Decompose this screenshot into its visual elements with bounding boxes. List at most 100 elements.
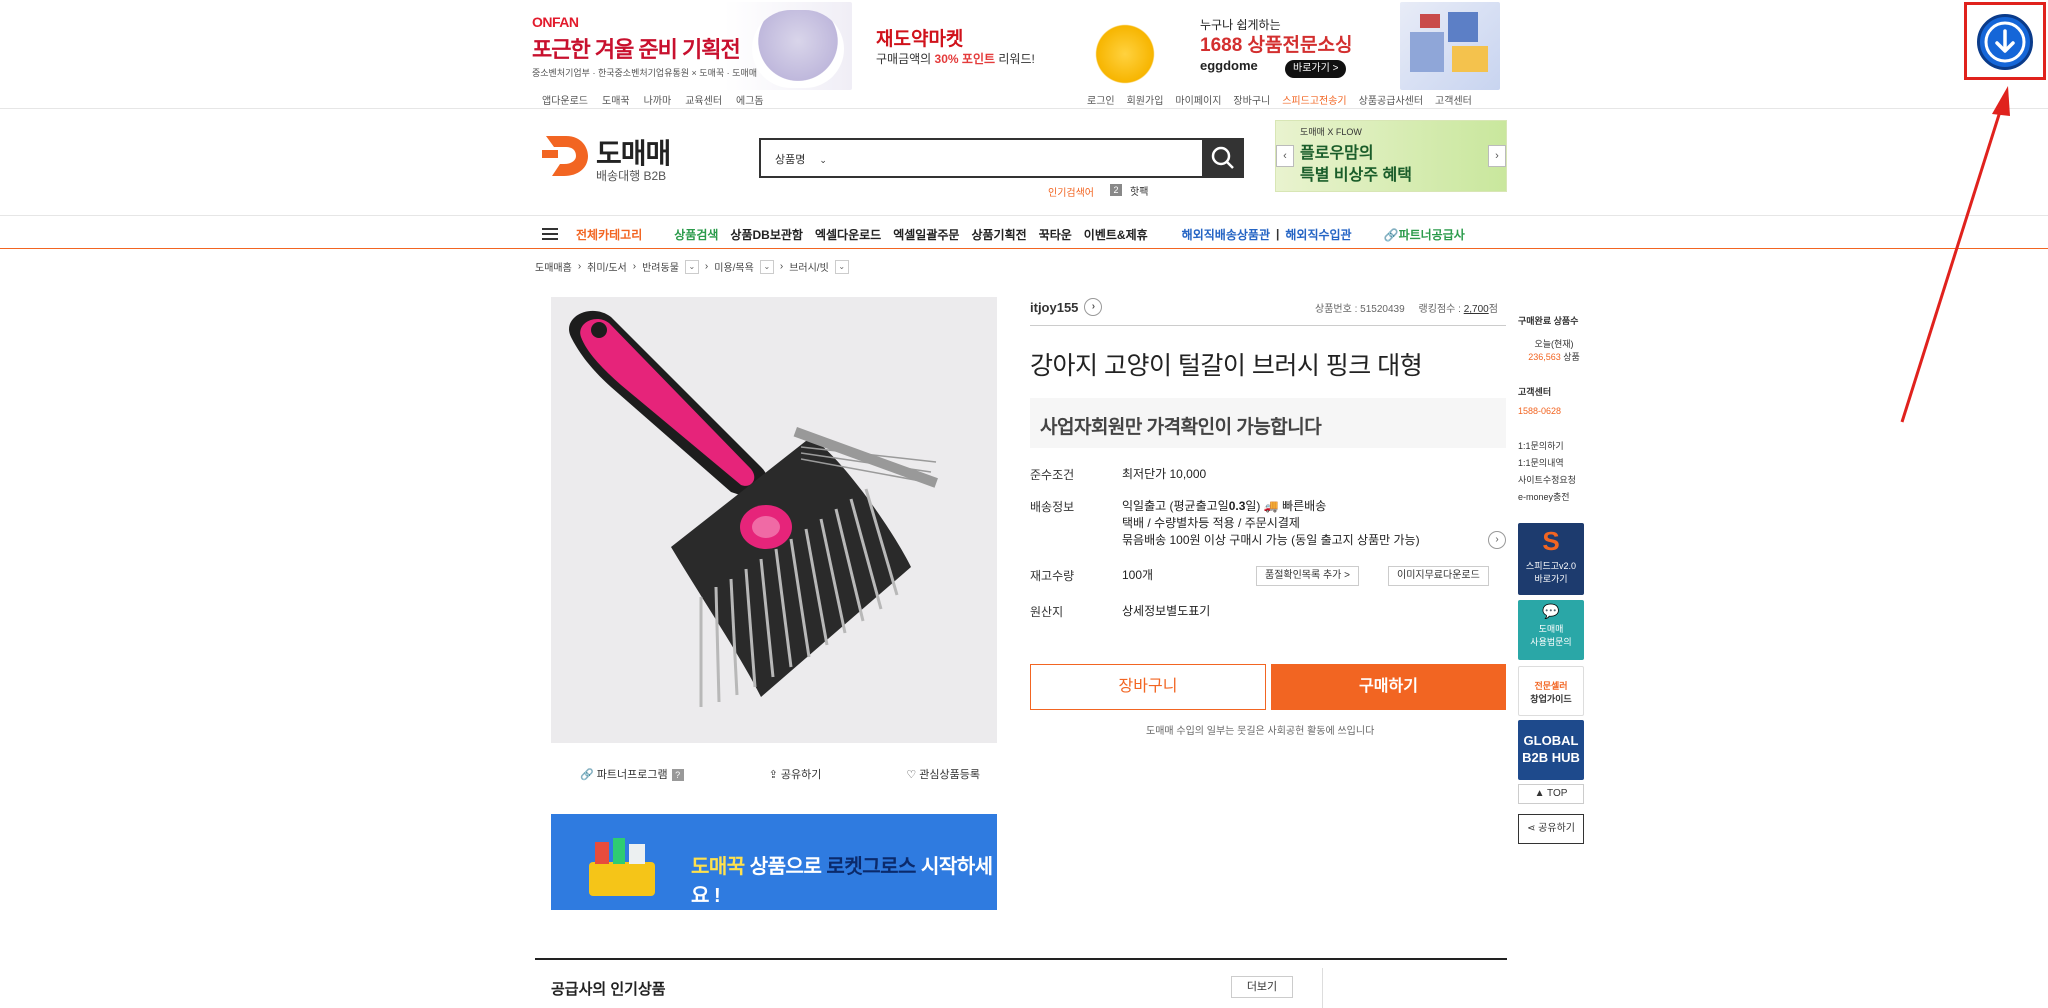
util-link-edu[interactable]: 교육센터 [685, 92, 722, 107]
origin-value: 상세정보별도표기 [1122, 604, 1211, 618]
util-link-app[interactable]: 앱다운로드 [542, 92, 588, 107]
image-actions: 🔗 파트너프로그램? ⇪ 공유하기 ♡ 관심상품등록 [580, 766, 980, 782]
sidebar-share-button[interactable]: ⋖ 공유하기 [1518, 814, 1584, 844]
nav-exhibition[interactable]: 상품기획전 [971, 226, 1026, 243]
origin-label: 원산지 [1030, 605, 1064, 619]
more-button[interactable]: 더보기 [1231, 976, 1293, 998]
link-icon: 🔗 [580, 769, 594, 781]
side-link-inquiry[interactable]: 1:1문의하기 [1518, 438, 1590, 455]
market-title: 재도약마켓 [876, 29, 964, 50]
share-link[interactable]: ⇪ 공유하기 [769, 766, 822, 782]
popular-label: 인기검색어 [1048, 188, 1094, 199]
divider [0, 215, 2048, 216]
price-box: 사업자회원만 가격확인이 가능합니다 [1030, 398, 1506, 448]
crumb-grooming[interactable]: 미용/목욕 [714, 259, 754, 274]
global-b2b-hub-tile[interactable]: GLOBAL B2B HUB [1518, 720, 1584, 780]
chevron-down-icon[interactable]: ⌄ [834, 259, 849, 274]
util-link-domeggook[interactable]: 도매꾹 [602, 92, 630, 107]
usage-inquiry-tile[interactable]: 💬 도매매 사용법문의 [1518, 600, 1584, 660]
onfan-banner[interactable]: ONFAN 포근한 겨울 준비 기획전 중소벤처기업부 · 한국중소벤처기업유통… [532, 2, 852, 90]
onfan-partners: 중소벤처기업부 · 한국중소벤처기업유통원 × 도매꾹 · 도매매 [532, 68, 757, 78]
util-link-speedgo[interactable]: 스피드고전송기 [1282, 92, 1346, 107]
image-download-button[interactable]: 이미지무료다운로드 [1388, 566, 1489, 586]
onfan-brand: ONFAN [532, 14, 579, 30]
condition-value: 최저단가 10,000 [1122, 467, 1207, 481]
add-to-cart-button[interactable]: 장바구니 [1030, 664, 1266, 710]
nav-events[interactable]: 이벤트&제휴 [1084, 226, 1148, 243]
stock-value: 100개 [1122, 568, 1154, 582]
eggdome-banner[interactable]: 누구나 쉽게하는 1688 상품전문소싱 eggdome 바로가기 > [1080, 2, 1410, 90]
nav-overseas-import[interactable]: 해외직수입관 [1285, 226, 1351, 243]
scroll-top-button[interactable]: ▲ TOP [1518, 784, 1584, 804]
donation-notice: 도매매 수입의 일부는 뭇길은 사회공헌 활동에 쓰입니다 [1146, 726, 1375, 737]
ad-next-button[interactable]: › [1488, 145, 1506, 167]
share-icon: ⋖ [1527, 823, 1536, 834]
nav-product-search[interactable]: 상품검색 [674, 226, 718, 243]
nav-db-storage[interactable]: 상품DB보관함 [730, 226, 803, 243]
util-link-mypage[interactable]: 마이페이지 [1175, 92, 1221, 107]
chat-icon: 💬 [1542, 603, 1560, 619]
util-link-cs[interactable]: 고객센터 [1435, 92, 1472, 107]
nav-separator: | [1276, 227, 1280, 241]
partner-program-link[interactable]: 🔗 파트너프로그램? [580, 766, 684, 782]
util-link-signup[interactable]: 회원가입 [1127, 92, 1164, 107]
eggdome-go-button[interactable]: 바로가기 > [1285, 60, 1347, 78]
nav-partner-supplier[interactable]: 🔗파트너공급사 [1384, 226, 1465, 243]
crumb-hobby[interactable]: 취미/도서 [587, 259, 627, 274]
popular-keyword[interactable]: 핫팩 [1130, 183, 1148, 198]
nav-excel-download[interactable]: 엑셀다운로드 [815, 226, 881, 243]
divider [535, 958, 1507, 960]
chevron-right-icon[interactable]: › [1084, 298, 1103, 316]
ad-prev-button[interactable]: ‹ [1276, 145, 1294, 167]
chevron-right-icon[interactable]: › [1488, 531, 1506, 549]
startup-guide-tile[interactable]: 전문셀러 창업가이드 [1518, 666, 1584, 716]
search-bar[interactable]: 상품명 ⌄ [759, 138, 1244, 178]
divider [1030, 325, 1506, 326]
chevron-down-icon[interactable]: ⌄ [684, 259, 699, 274]
today-label: 오늘(현재) [1534, 339, 1574, 349]
side-link-emoney[interactable]: e-money충전 [1518, 489, 1590, 506]
util-link-login[interactable]: 로그인 [1087, 92, 1115, 107]
util-link-supplier[interactable]: 상품공급사센터 [1359, 92, 1423, 107]
util-link-cart[interactable]: 장바구니 [1233, 92, 1270, 107]
seller-link[interactable]: itjoy155 › [1030, 298, 1103, 316]
eggdome-logo: eggdome [1200, 58, 1258, 73]
speedgo-tile[interactable]: S 스피드고v2.0 바로가기 [1518, 523, 1584, 595]
product-image[interactable] [551, 297, 997, 743]
search-type-select[interactable]: 상품명 ⌄ [775, 151, 827, 167]
warehouse-illustration [1400, 2, 1500, 90]
market-banner[interactable]: 재도약마켓 구매금액의 30% 포인트 리워드! [868, 2, 1058, 90]
promo-text: 도매꾹 상품으로 로켓그로스 시작하세요 ! [691, 856, 993, 907]
side-link-inquiry-history[interactable]: 1:1문의내역 [1518, 455, 1590, 472]
util-link-eggdome[interactable]: 에그돔 [736, 92, 764, 107]
product-meta: 상품번호 : 51520439 랭킹점수 : 2,700점 [1315, 304, 1498, 315]
price-notice: 사업자회원만 가격확인이 가능합니다 [1040, 417, 1322, 438]
market-sub: 구매금액의 30% 포인트 리워드! [876, 52, 1035, 66]
help-icon[interactable]: ? [671, 769, 684, 781]
download-arrow-icon[interactable] [1977, 14, 2033, 70]
shipping-label: 배송정보 [1030, 500, 1075, 514]
header-ad-banner[interactable]: ‹ 도매매 X FLOW 플로우맘의 특별 비상주 혜택 › [1275, 120, 1507, 192]
crumb-home[interactable]: 도매매홈 [535, 259, 572, 274]
supplier-popular-title: 공급사의 인기상품 [551, 981, 666, 998]
nav-excel-order[interactable]: 엑셀일괄주문 [893, 226, 959, 243]
buy-now-button[interactable]: 구매하기 [1271, 664, 1506, 710]
nav-ggooktown[interactable]: 꾹타운 [1039, 226, 1072, 243]
search-button[interactable] [1202, 138, 1244, 178]
nav-overseas-delivery[interactable]: 해외직배송상품관 [1182, 226, 1270, 243]
soldout-list-add-button[interactable]: 품절확인목록 추가 > [1256, 566, 1359, 586]
logo-name[interactable]: 도매매 [596, 132, 671, 172]
heart-icon: ♡ [906, 769, 917, 781]
nav-all-categories[interactable]: 전체카테고리 [576, 226, 642, 243]
search-icon [1211, 146, 1234, 169]
wishlist-link[interactable]: ♡ 관심상품등록 [906, 766, 980, 782]
chevron-down-icon[interactable]: ⌄ [759, 259, 774, 274]
rocket-growth-promo-banner[interactable]: 도매꾹 상품으로 로켓그로스 시작하세요 ! [551, 814, 997, 910]
today-count: 236,563 상품 [1528, 352, 1580, 362]
side-link-site-fix[interactable]: 사이트수정요청 [1518, 472, 1590, 489]
domeme-logo-icon[interactable] [542, 130, 590, 180]
crumb-pets[interactable]: 반려동물 [642, 259, 679, 274]
menu-icon[interactable] [542, 228, 558, 240]
util-link-nakama[interactable]: 나까마 [644, 92, 672, 107]
crumb-brush[interactable]: 브러시/빗 [789, 259, 829, 274]
